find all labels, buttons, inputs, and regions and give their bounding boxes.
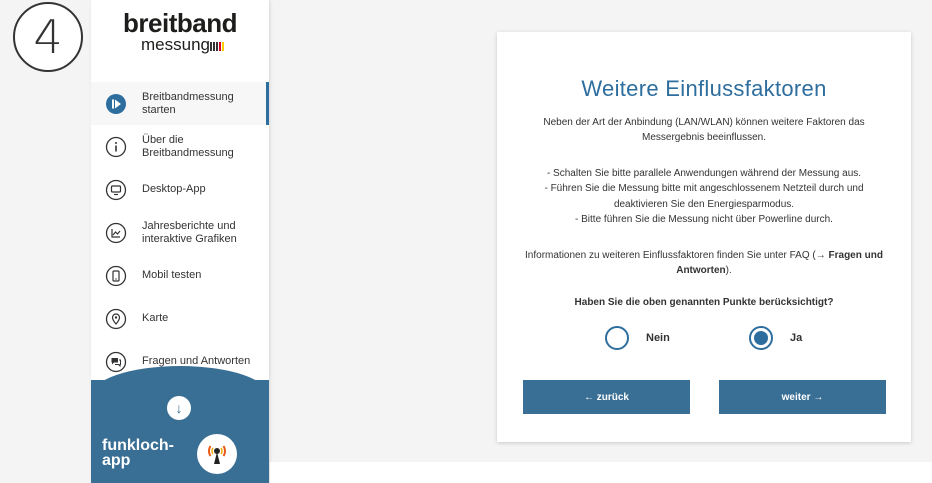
radio-button[interactable]: [605, 326, 629, 350]
sidebar-item-jahresberichte[interactable]: Jahresberichte und interaktive Grafiken: [91, 211, 269, 254]
radio-label: Ja: [790, 332, 803, 344]
sidebar-item-karte[interactable]: Karte: [91, 297, 269, 340]
bullet-list: - Schalten Sie bitte parallele Anwendung…: [517, 166, 891, 228]
sidebar-item-label: Breitbandmessung starten: [142, 90, 234, 116]
chat-icon: [105, 351, 127, 373]
sidebar-item-breitbandmessung-starten[interactable]: Breitbandmessung starten: [91, 82, 269, 125]
info-text: Informationen zu weiteren Einflussfaktor…: [525, 250, 883, 277]
questionnaire-card: Weitere Einflussfaktoren Neben der Art d…: [497, 32, 911, 442]
sidebar-nav: Breitbandmessung starten Über die Breitb…: [91, 82, 269, 383]
sidebar-item-ueber[interactable]: Über die Breitbandmessung: [91, 125, 269, 168]
chart-icon: [105, 222, 127, 244]
funkloch-app-label[interactable]: funkloch- app: [102, 438, 174, 469]
radio-label: Nein: [646, 332, 670, 344]
intro-text: Neben der Art der Anbindung (LAN/WLAN) k…: [543, 117, 865, 144]
bullet-item: - Bitte führen Sie die Messung nicht übe…: [575, 214, 833, 226]
logo-text-top: breitband: [123, 8, 237, 38]
arrow-down-icon[interactable]: ↓: [167, 396, 191, 420]
step-number-badge: 4: [13, 2, 83, 72]
sidebar-item-label: Jahresberichte und interaktive Grafiken: [142, 219, 237, 245]
radio-option-nein[interactable]: Nein: [605, 326, 670, 350]
info-icon: [105, 136, 127, 158]
back-button[interactable]: ← zurück: [523, 380, 690, 414]
sidebar-item-label: Karte: [142, 312, 169, 324]
radio-option-ja[interactable]: Ja: [749, 326, 802, 350]
mobile-icon: [105, 265, 127, 287]
play-icon: [105, 93, 127, 115]
next-button[interactable]: weiter →: [719, 380, 886, 414]
logo-bars-icon: [209, 37, 225, 55]
sidebar-item-mobil-testen[interactable]: Mobil testen: [91, 254, 269, 297]
bullet-item: - Schalten Sie bitte parallele Anwendung…: [546, 168, 862, 179]
logo-text-bottom: messung: [141, 35, 210, 54]
sidebar-item-label: Desktop-App: [142, 183, 206, 195]
sidebar-item-label: Über die Breitbandmessung: [142, 133, 234, 159]
bullet-item: - Führen Sie die Messung bitte mit anges…: [544, 183, 864, 210]
sidebar: breitband messung Breitbandmessung start…: [91, 0, 269, 483]
sidebar-item-label: Mobil testen: [142, 269, 202, 281]
sidebar-item-desktop-app[interactable]: Desktop-App: [91, 168, 269, 211]
question-text: Haben Sie die oben genannten Punkte berü…: [574, 297, 834, 308]
radio-button[interactable]: [749, 326, 773, 350]
card-title: Weitere Einflussfaktoren: [581, 76, 827, 101]
funkloch-logo-icon[interactable]: [197, 434, 237, 474]
breitbandmessung-logo[interactable]: breitband messung: [91, 10, 269, 55]
footer-strip: [270, 462, 932, 483]
monitor-icon: [105, 179, 127, 201]
map-pin-icon: [105, 308, 127, 330]
funkloch-panel: ↓ funkloch- app: [91, 366, 269, 483]
